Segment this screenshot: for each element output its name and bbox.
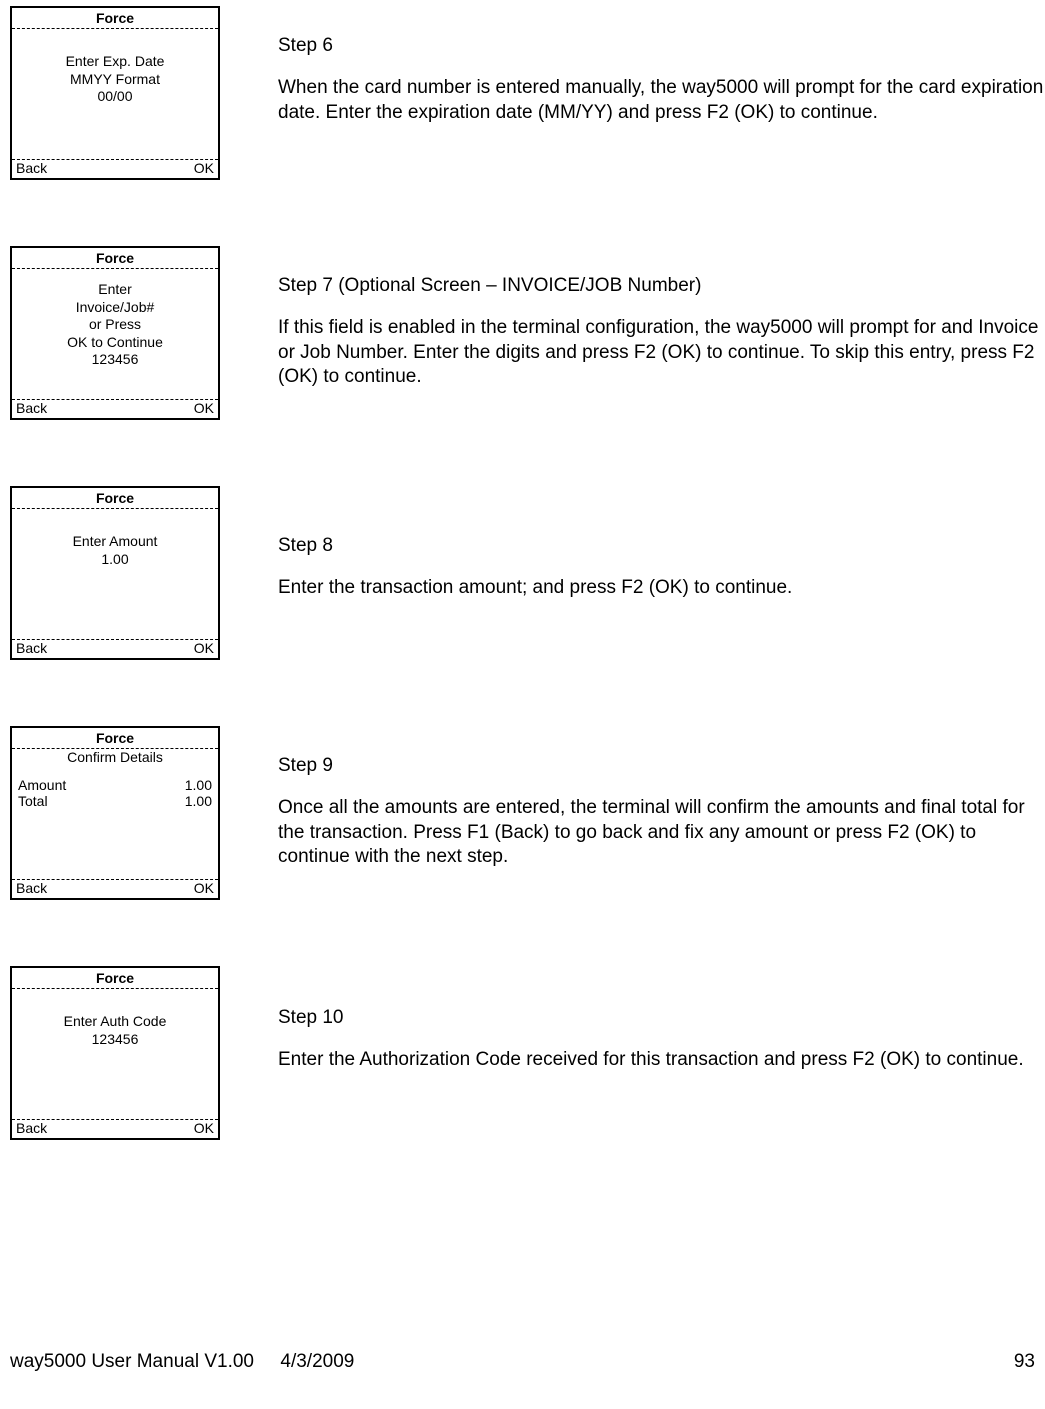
kv-key: Amount — [18, 777, 66, 793]
step-description: Step 10 Enter the Authorization Code rec… — [278, 966, 1045, 1073]
step-heading: Step 8 — [278, 534, 1045, 558]
terminal-line: Invoice/Job# — [18, 299, 212, 317]
terminal-line: 123456 — [18, 351, 212, 369]
kv-val: 1.00 — [185, 793, 212, 809]
step-description: Step 9 Once all the amounts are entered,… — [278, 726, 1045, 869]
terminal-title: Force — [12, 248, 218, 269]
step-heading: Step 7 (Optional Screen – INVOICE/JOB Nu… — [278, 274, 1045, 298]
terminal-body: Enter Amount 1.00 — [12, 509, 218, 639]
terminal-line: Enter Amount — [18, 533, 212, 551]
step-row: Force Enter Amount 1.00 Back OK Step 8 E… — [10, 486, 1045, 660]
terminal-line: 123456 — [18, 1031, 212, 1049]
terminal-screen: Force Enter Invoice/Job# or Press OK to … — [10, 246, 220, 420]
terminal-body: Confirm Details Amount 1.00 Total 1.00 — [12, 749, 218, 879]
terminal-title: Force — [12, 968, 218, 989]
terminal-footer: Back OK — [12, 399, 218, 418]
terminal-title: Force — [12, 728, 218, 749]
terminal-line: Enter Exp. Date — [18, 53, 212, 71]
ok-label[interactable]: OK — [194, 1120, 214, 1136]
terminal-body: Enter Auth Code 123456 — [12, 989, 218, 1119]
footer-page: 93 — [1014, 1351, 1035, 1373]
back-label[interactable]: Back — [16, 1120, 47, 1136]
back-label[interactable]: Back — [16, 640, 47, 656]
terminal-screen: Force Enter Amount 1.00 Back OK — [10, 486, 220, 660]
terminal-line: Enter Auth Code — [18, 1013, 212, 1031]
terminal-line: 00/00 — [18, 88, 212, 106]
terminal-footer: Back OK — [12, 159, 218, 178]
terminal-body: Enter Invoice/Job# or Press OK to Contin… — [12, 269, 218, 399]
step-heading: Step 6 — [278, 34, 1045, 58]
terminal-line: 1.00 — [18, 551, 212, 569]
step-heading: Step 10 — [278, 1006, 1045, 1030]
ok-label[interactable]: OK — [194, 640, 214, 656]
terminal-line: Enter — [18, 281, 212, 299]
kv-row: Amount 1.00 — [12, 777, 218, 793]
terminal-footer: Back OK — [12, 639, 218, 658]
terminal-screen: Force Confirm Details Amount 1.00 Total … — [10, 726, 220, 900]
page-footer: way5000 User Manual V1.00 4/3/2009 93 — [10, 1351, 1035, 1373]
terminal-subhead: Confirm Details — [12, 749, 218, 767]
step-description: Step 7 (Optional Screen – INVOICE/JOB Nu… — [278, 246, 1045, 389]
footer-doc: way5000 User Manual V1.00 — [10, 1351, 254, 1372]
ok-label[interactable]: OK — [194, 400, 214, 416]
terminal-screen: Force Enter Exp. Date MMYY Format 00/00 … — [10, 6, 220, 180]
terminal-footer: Back OK — [12, 879, 218, 898]
step-body: Enter the Authorization Code received fo… — [278, 1048, 1045, 1072]
ok-label[interactable]: OK — [194, 880, 214, 896]
page: { "screens": [ { "title": "Force", "line… — [0, 0, 1045, 1409]
step-description: Step 8 Enter the transaction amount; and… — [278, 486, 1045, 601]
kv-key: Total — [18, 793, 48, 809]
terminal-line: MMYY Format — [18, 71, 212, 89]
back-label[interactable]: Back — [16, 400, 47, 416]
terminal-line: or Press — [18, 316, 212, 334]
terminal-screen: Force Enter Auth Code 123456 Back OK — [10, 966, 220, 1140]
step-body: If this field is enabled in the terminal… — [278, 316, 1045, 389]
terminal-footer: Back OK — [12, 1119, 218, 1138]
back-label[interactable]: Back — [16, 880, 47, 896]
step-row: Force Confirm Details Amount 1.00 Total … — [10, 726, 1045, 900]
back-label[interactable]: Back — [16, 160, 47, 176]
terminal-title: Force — [12, 8, 218, 29]
step-description: Step 6 When the card number is entered m… — [278, 6, 1045, 125]
step-heading: Step 9 — [278, 754, 1045, 778]
step-row: Force Enter Exp. Date MMYY Format 00/00 … — [10, 6, 1045, 180]
terminal-title: Force — [12, 488, 218, 509]
step-body: Once all the amounts are entered, the te… — [278, 796, 1045, 869]
kv-val: 1.00 — [185, 777, 212, 793]
step-row: Force Enter Invoice/Job# or Press OK to … — [10, 246, 1045, 420]
ok-label[interactable]: OK — [194, 160, 214, 176]
terminal-line: OK to Continue — [18, 334, 212, 352]
terminal-body: Enter Exp. Date MMYY Format 00/00 — [12, 29, 218, 159]
step-body: When the card number is entered manually… — [278, 76, 1045, 125]
step-row: Force Enter Auth Code 123456 Back OK Ste… — [10, 966, 1045, 1140]
step-body: Enter the transaction amount; and press … — [278, 576, 1045, 600]
kv-row: Total 1.00 — [12, 793, 218, 809]
footer-date: 4/3/2009 — [280, 1351, 354, 1372]
